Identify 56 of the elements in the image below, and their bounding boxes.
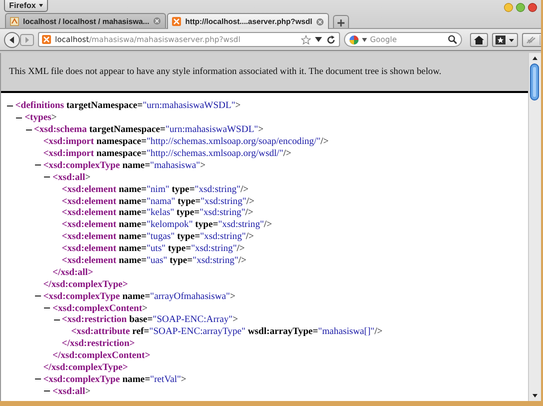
dropdown-icon[interactable] <box>362 38 367 42</box>
xml-element: <xsd:element name="nama" type="xsd:string"/> <box>62 196 254 207</box>
collapse-icon[interactable] <box>44 305 50 312</box>
xml-element: <xsd:import namespace="http://schemas.xmlsoap.org/wsdl/"/> <box>43 148 292 159</box>
xml-open-tag: <xsd:all> <box>52 172 91 183</box>
home-button[interactable] <box>470 32 488 46</box>
xml-element: <xsd:element name="nim" type="xsd:string"/> <box>62 184 249 195</box>
collapse-icon[interactable] <box>54 316 60 323</box>
xml-element: <xsd:element name="uas" type="xsd:string"/> <box>62 255 246 266</box>
xml-open-tag: <definitions targetNamespace="urn:mahasiswaWSDL"> <box>15 100 241 112</box>
search-icon[interactable] <box>448 35 457 44</box>
bookmarks-button[interactable] <box>492 32 518 46</box>
firefox-menu-button[interactable]: Firefox <box>4 0 48 12</box>
close-button[interactable] <box>528 3 537 12</box>
xml-open-tag: <xsd:schema targetNamespace="urn:mahasiswaWSDL"> <box>34 124 264 136</box>
xml-close-tag: </xsd:complexType> <box>43 278 128 290</box>
xml-open-tag: <xsd:complexContent> <box>52 302 148 314</box>
xml-close-tag: </xsd:all> <box>52 266 94 278</box>
back-button[interactable] <box>4 32 20 48</box>
close-tab-icon[interactable] <box>316 18 324 26</box>
bookmarks-icon[interactable] <box>495 34 515 44</box>
xml-open-tag: <types> <box>24 112 57 124</box>
favicon-icon <box>10 16 19 26</box>
xml-open-tag: <xsd:complexType name="mahasiswa"> <box>43 160 206 171</box>
collapse-icon[interactable] <box>16 114 22 121</box>
xml-open-tag: <xsd:restriction base="SOAP-ENC:Array"> <box>62 314 238 326</box>
collapse-icon[interactable] <box>34 293 41 300</box>
collapse-icon[interactable] <box>26 126 32 133</box>
notice-text: This XML file does not appear to have any style information associated with it. The document tree is shown below. <box>9 67 442 77</box>
collapse-icon[interactable] <box>44 388 50 394</box>
reload-icon[interactable] <box>326 34 336 44</box>
star-icon[interactable] <box>301 34 311 44</box>
home-icon[interactable] <box>473 34 485 44</box>
collapse-icon[interactable] <box>34 376 41 382</box>
xml-element: <xsd:element name="kelompok" type="xsd:string"/> <box>62 219 272 230</box>
xml-element: <xsd:element name="uts" type="xsd:string"/> <box>62 243 245 254</box>
favicon-icon <box>172 17 182 26</box>
xml-open-tag: <xsd:complexType name="arrayOfmahasiswa"> <box>43 290 236 302</box>
xml-close-tag: </xsd:complexContent> <box>52 350 150 362</box>
site-icon <box>42 35 51 44</box>
xml-close-tag: </xsd:restriction> <box>62 338 135 350</box>
xml-element: <xsd:attribute ref="SOAP-ENC:arrayType" wsdl:arrayType="mahasiswa[]"/> <box>71 326 383 338</box>
xml-open-tag: <xsd:complexType name="retVal"> <box>43 374 186 385</box>
xml-close-tag: </xsd:complexType> <box>43 362 128 374</box>
dropdown-icon[interactable] <box>315 37 322 42</box>
maximize-button[interactable] <box>516 3 525 12</box>
collapse-icon[interactable] <box>34 162 41 168</box>
xml-element: <xsd:element name="kelas" type="xsd:string"/> <box>62 207 254 218</box>
collapse-icon[interactable] <box>44 174 50 180</box>
xml-element: <xsd:element name="tugas" type="xsd:string"/> <box>62 231 254 242</box>
xml-element: <xsd:import namespace="http://schemas.xmlsoap.org/soap/encoding/"/> <box>43 136 329 148</box>
xml-open-tag: <xsd:all> <box>52 386 91 397</box>
collapse-icon[interactable] <box>7 102 13 109</box>
close-tab-icon[interactable] <box>153 17 162 25</box>
scrollbar-thumb[interactable] <box>529 63 540 101</box>
google-icon <box>349 34 359 44</box>
